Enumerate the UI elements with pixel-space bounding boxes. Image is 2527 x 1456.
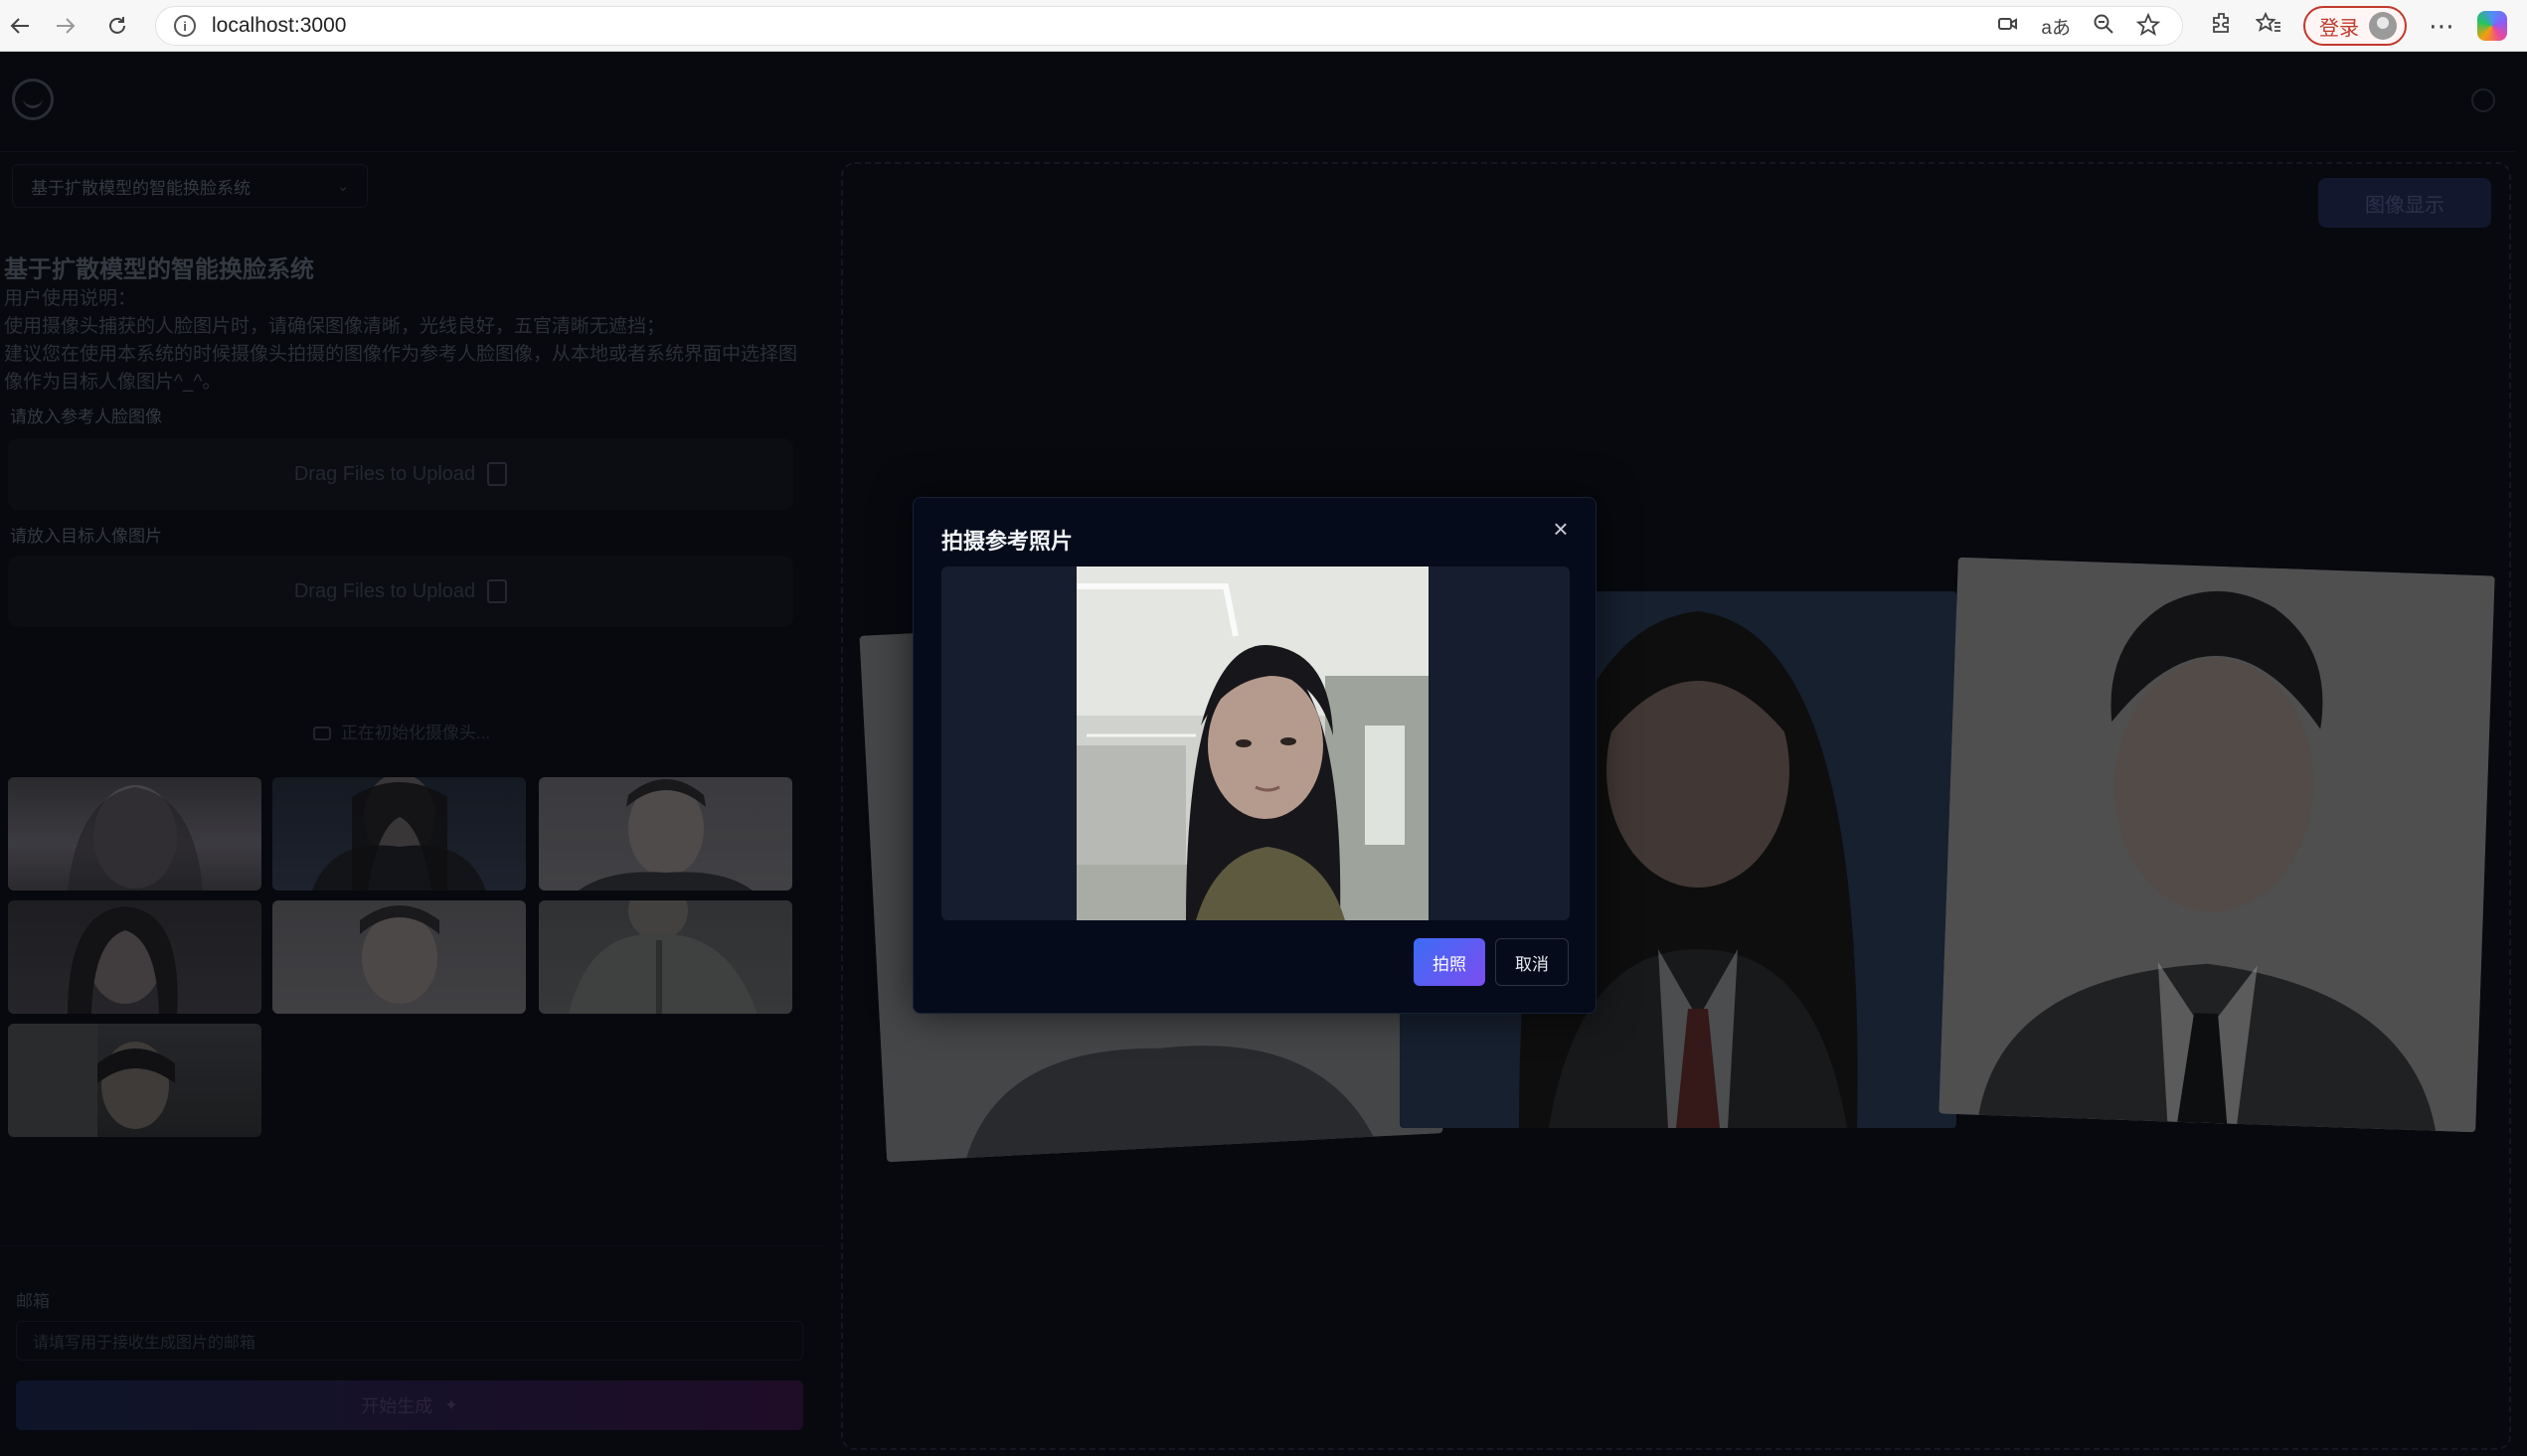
camera-video-feed	[1077, 566, 1429, 920]
login-button[interactable]: 登录	[2303, 6, 2407, 46]
extensions-icon[interactable]	[2210, 11, 2234, 42]
profile-avatar	[2369, 12, 2397, 40]
browser-toolbar: i localhost:3000 aあ 登录 ⋯	[0, 0, 2527, 52]
favorites-icon[interactable]	[2255, 11, 2281, 42]
copilot-icon[interactable]	[2477, 11, 2507, 41]
address-bar-actions: aあ	[1997, 12, 2161, 43]
camera-indicator-icon[interactable]	[1997, 13, 2019, 43]
login-label: 登录	[2319, 17, 2359, 40]
dialog-title: 拍摄参考照片	[941, 529, 1074, 554]
capture-photo-button[interactable]: 拍照	[1414, 938, 1485, 986]
back-icon[interactable]	[0, 6, 40, 46]
translate-icon[interactable]: aあ	[2041, 13, 2071, 43]
capture-reference-dialog: 拍摄参考照片 × 拍照 取消	[913, 497, 1597, 1014]
cancel-button[interactable]: 取消	[1495, 938, 1569, 986]
close-icon[interactable]: ×	[1546, 514, 1576, 544]
forward-icon[interactable]	[46, 6, 85, 46]
address-bar[interactable]: i localhost:3000 aあ	[155, 6, 2183, 46]
reload-icon[interactable]	[97, 6, 137, 46]
more-menu-icon[interactable]: ⋯	[2429, 11, 2455, 42]
zoom-out-icon[interactable]	[2093, 13, 2114, 43]
camera-preview-area	[941, 566, 1570, 920]
site-info-icon[interactable]: i	[174, 15, 196, 37]
browser-right-tools: 登录 ⋯	[2210, 6, 2507, 46]
favorite-star-icon[interactable]	[2135, 12, 2161, 43]
url-text: localhost:3000	[212, 14, 347, 37]
